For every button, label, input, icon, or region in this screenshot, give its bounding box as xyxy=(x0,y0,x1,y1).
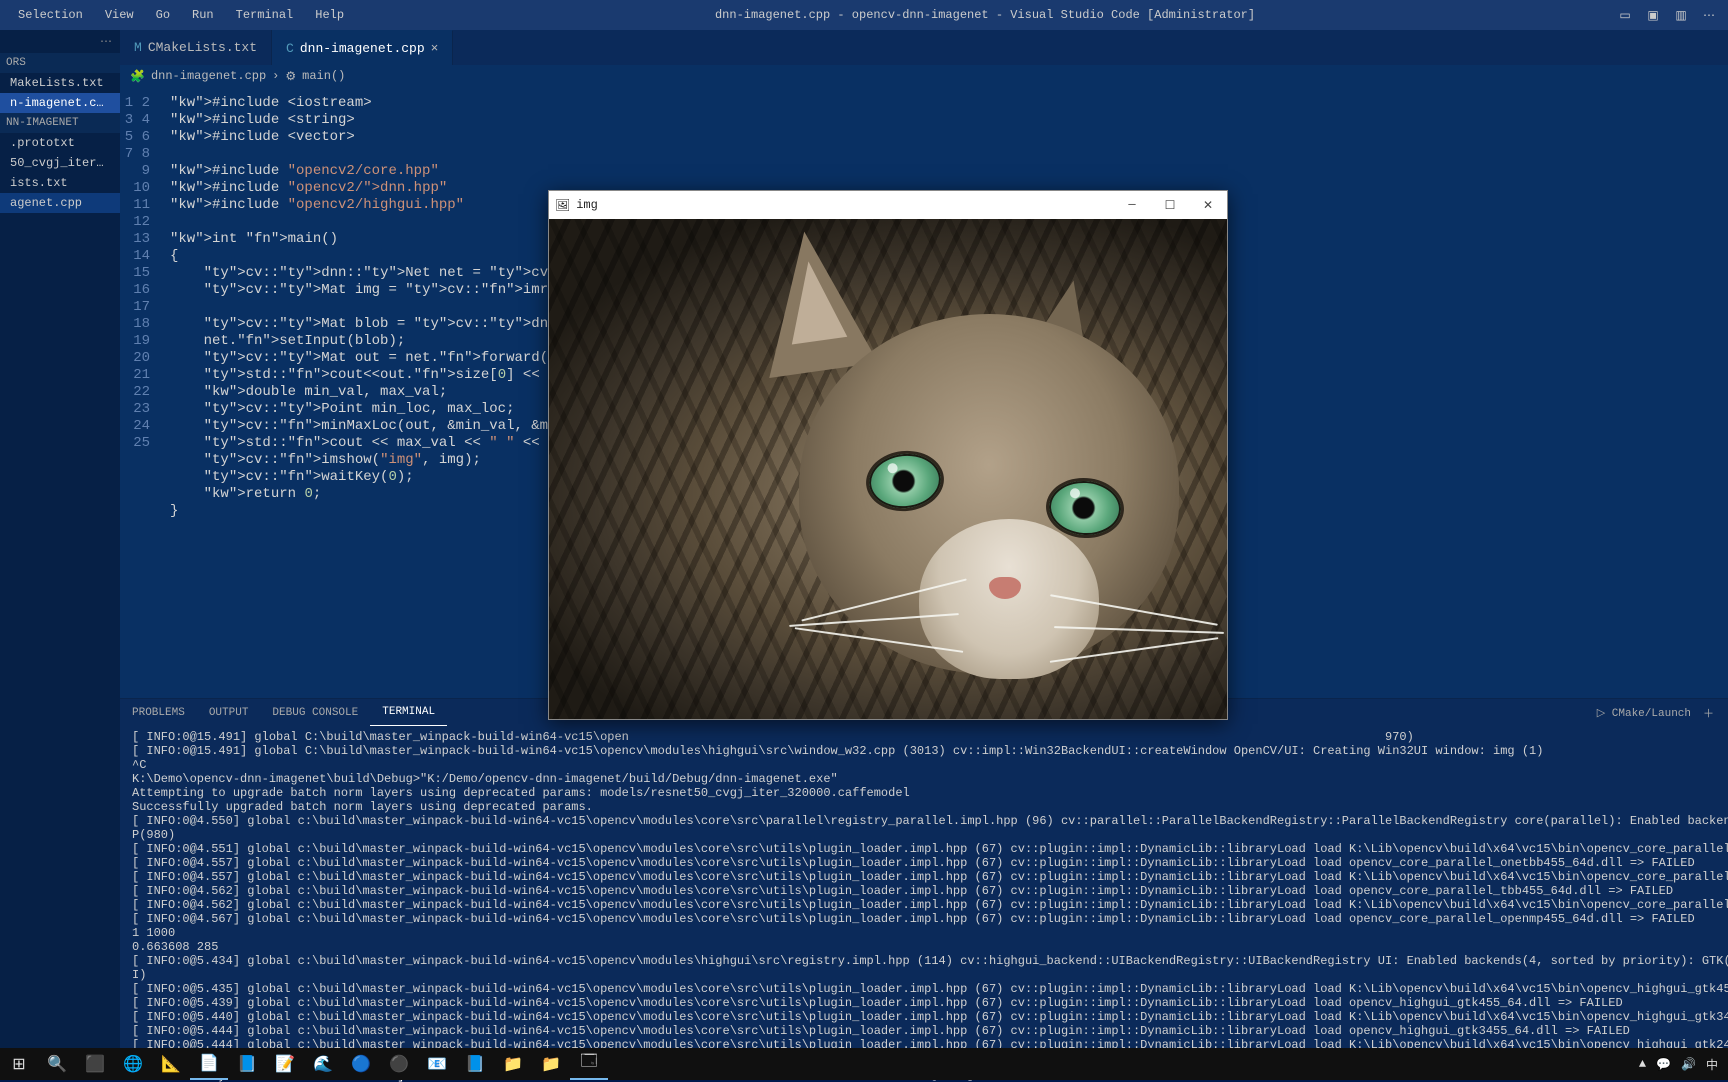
close-button[interactable]: ✕ xyxy=(1189,191,1227,219)
tree-item[interactable]: MakeLists.txt xyxy=(0,73,120,93)
cat-image xyxy=(549,219,1227,719)
taskbar-app[interactable]: 🌊 xyxy=(304,1048,342,1080)
line-gutter: 1 2 3 4 5 6 7 8 9 10 11 12 13 14 15 16 1… xyxy=(120,87,160,698)
tree-item[interactable]: .prototxt xyxy=(0,133,120,153)
panel-tab-debug-console[interactable]: DEBUG CONSOLE xyxy=(260,699,370,726)
sidebar-section-header[interactable]: ORS xyxy=(0,53,120,73)
taskbar-app[interactable]: ⚫ xyxy=(380,1048,418,1080)
more-icon[interactable]: ⋯ xyxy=(100,34,112,49)
tray-icon[interactable]: 💬 xyxy=(1656,1057,1671,1072)
breadcrumb-file-icon: 🧩 xyxy=(130,69,145,84)
editor-tab[interactable]: Cdnn-imagenet.cpp × xyxy=(272,30,453,65)
tray-icon[interactable]: ▲ xyxy=(1639,1057,1646,1071)
taskbar-app[interactable]: 🔍 xyxy=(38,1048,76,1080)
tray-icon[interactable]: 中 xyxy=(1706,1056,1718,1073)
explorer-sidebar[interactable]: ⋯ ORS MakeLists.txtn-imagenet.cppNN-IMAG… xyxy=(0,30,120,1056)
file-icon: M xyxy=(134,40,142,55)
tab-label: CMakeLists.txt xyxy=(148,40,257,55)
tree-item[interactable]: ists.txt xyxy=(0,173,120,193)
tree-item[interactable]: 50_cvgj_iter_320000.caffe... xyxy=(0,153,120,173)
close-icon[interactable]: × xyxy=(431,41,439,56)
taskbar-app[interactable]: 📐 xyxy=(152,1048,190,1080)
taskbar-app[interactable]: 📘 xyxy=(228,1048,266,1080)
taskbar-app[interactable]: 📘 xyxy=(456,1048,494,1080)
panel-tab-terminal[interactable]: TERMINAL xyxy=(370,699,447,726)
tab-bar: M CMakeLists.txt Cdnn-imagenet.cpp × xyxy=(120,30,1728,65)
taskbar-app[interactable]: 🔵 xyxy=(342,1048,380,1080)
sidebar-actions: ⋯ xyxy=(0,30,120,53)
taskbar-app[interactable]: ⊞ xyxy=(0,1048,38,1080)
tab-label: dnn-imagenet.cpp xyxy=(300,41,425,56)
terminal-profile[interactable]: ▷ CMake/Launch xyxy=(1597,706,1691,720)
tree-item[interactable]: agenet.cpp xyxy=(0,193,120,213)
panel-tab-output[interactable]: OUTPUT xyxy=(197,699,261,726)
taskbar-app[interactable]: 🌐 xyxy=(114,1048,152,1080)
maximize-button[interactable]: ☐ xyxy=(1151,191,1189,219)
window-icon: 🖼 xyxy=(555,198,570,213)
panel-tab-problems[interactable]: PROBLEMS xyxy=(120,699,197,726)
titlebar[interactable]: SelectionViewGoRunTerminalHelp dnn-image… xyxy=(0,0,1728,30)
menu-view[interactable]: View xyxy=(95,4,144,26)
image-window-titlebar[interactable]: 🖼 img ─ ☐ ✕ xyxy=(549,191,1227,219)
breadcrumb-symbol-icon: ⚙ xyxy=(285,69,296,84)
sidebar-icon[interactable]: ▥ xyxy=(1672,8,1690,23)
image-window-title: img xyxy=(576,198,598,212)
more-icon[interactable]: ⋯ xyxy=(1700,8,1718,23)
menu-selection[interactable]: Selection xyxy=(8,4,93,26)
menubar: SelectionViewGoRunTerminalHelp xyxy=(0,4,354,26)
opencv-image-window[interactable]: 🖼 img ─ ☐ ✕ xyxy=(548,190,1228,720)
layout-icon[interactable]: ▭ xyxy=(1616,8,1634,23)
file-icon: C xyxy=(286,41,294,56)
taskbar-app[interactable]: ⬛ xyxy=(76,1048,114,1080)
breadcrumb-symbol[interactable]: main() xyxy=(302,69,345,83)
chevron-right-icon: › xyxy=(272,69,279,83)
taskbar-app[interactable]: 🗔 xyxy=(570,1048,608,1080)
window-controls: ▭ ▣ ▥ ⋯ xyxy=(1616,8,1728,23)
add-terminal-icon[interactable]: ＋ xyxy=(1703,705,1714,721)
menu-terminal[interactable]: Terminal xyxy=(226,4,304,26)
tree-item[interactable]: n-imagenet.cpp xyxy=(0,93,120,113)
menu-run[interactable]: Run xyxy=(182,4,224,26)
minimize-button[interactable]: ─ xyxy=(1113,191,1151,219)
system-tray[interactable]: ▲ 💬 🔊 中 xyxy=(1639,1056,1728,1073)
window-title: dnn-imagenet.cpp - opencv-dnn-imagenet -… xyxy=(354,8,1616,22)
taskbar-app[interactable]: 📧 xyxy=(418,1048,456,1080)
tree-item[interactable]: NN-IMAGENET xyxy=(0,113,120,133)
menu-help[interactable]: Help xyxy=(305,4,354,26)
tray-icon[interactable]: 🔊 xyxy=(1681,1057,1696,1072)
editor-tab[interactable]: M CMakeLists.txt xyxy=(120,30,272,65)
taskbar-app[interactable]: 📄 xyxy=(190,1048,228,1080)
menu-go[interactable]: Go xyxy=(146,4,180,26)
panel-icon[interactable]: ▣ xyxy=(1644,8,1662,23)
windows-taskbar[interactable]: ⊞🔍⬛🌐📐📄📘📝🌊🔵⚫📧📘📁📁🗔 ▲💬🔊中 xyxy=(0,1048,1728,1080)
taskbar-app[interactable]: 📝 xyxy=(266,1048,304,1080)
taskbar-app[interactable]: 📁 xyxy=(494,1048,532,1080)
terminal-output[interactable]: [ INFO:0@15.491] global C:\build\master_… xyxy=(120,726,1728,1056)
taskbar-app[interactable]: 📁 xyxy=(532,1048,570,1080)
image-content xyxy=(549,219,1227,719)
breadcrumb[interactable]: 🧩 dnn-imagenet.cpp › ⚙ main() xyxy=(120,65,1728,87)
breadcrumb-file[interactable]: dnn-imagenet.cpp xyxy=(151,69,266,83)
